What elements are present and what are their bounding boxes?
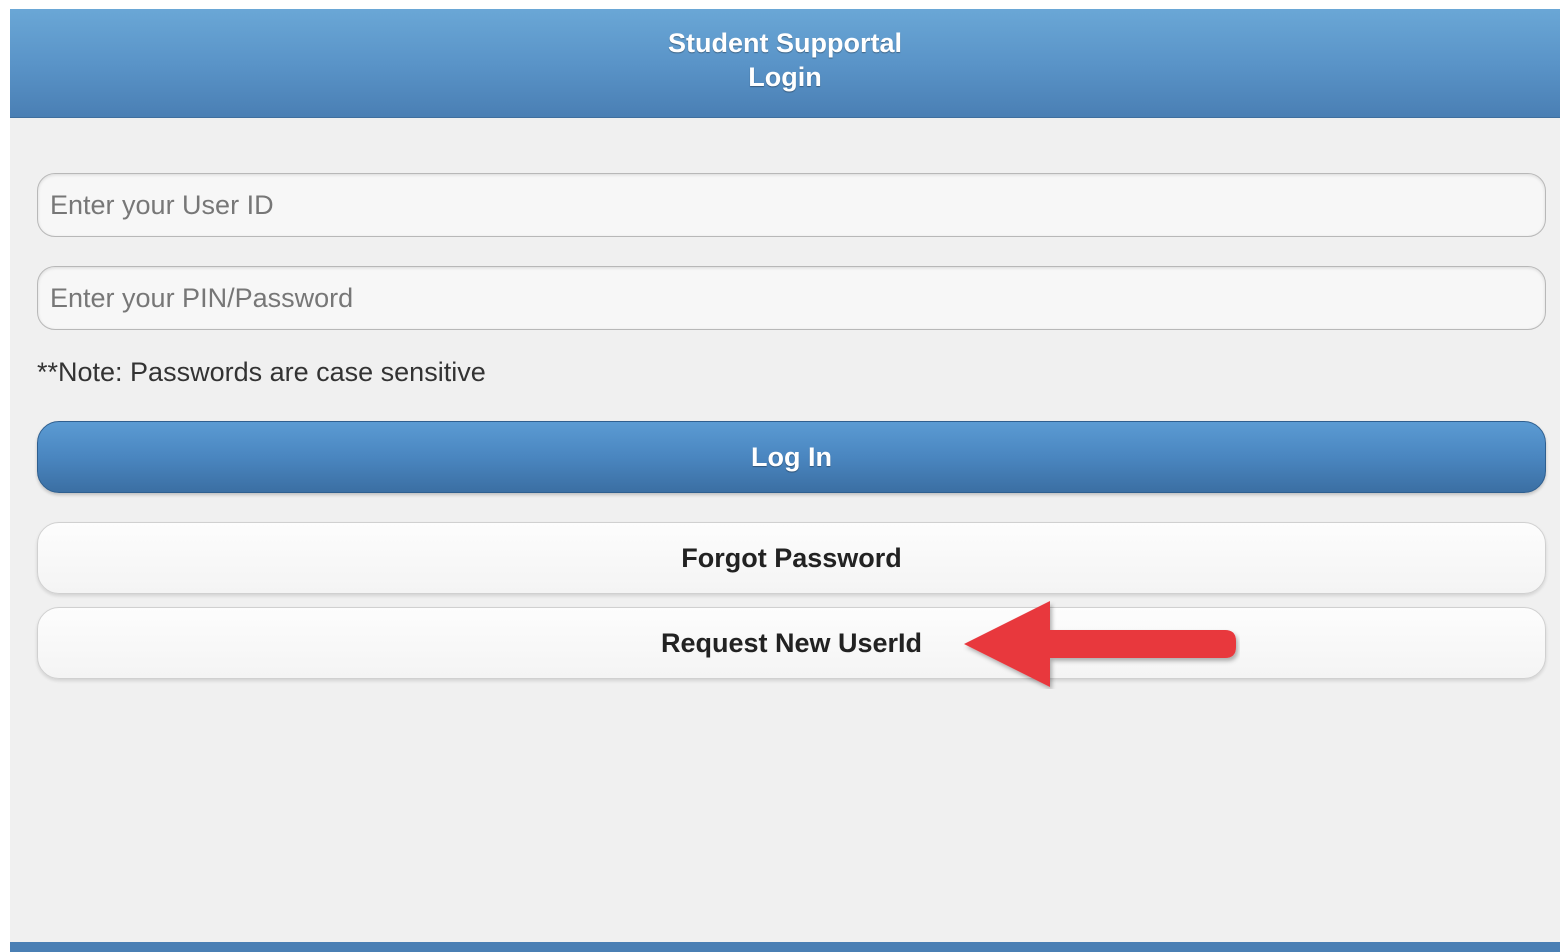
request-new-userid-button[interactable]: Request New UserId: [37, 607, 1546, 679]
app-title: Student Supportal: [668, 28, 902, 58]
footer-bar: [10, 942, 1560, 952]
login-page: Student Supportal Login **Note: Password…: [10, 9, 1560, 952]
page-header: Student Supportal Login: [10, 9, 1560, 118]
login-button[interactable]: Log In: [37, 421, 1546, 493]
password-input[interactable]: [37, 266, 1546, 330]
page-title: Login: [748, 62, 822, 92]
red-arrow-icon: [964, 601, 1236, 687]
password-note: **Note: Passwords are case sensitive: [37, 357, 486, 387]
forgot-password-button[interactable]: Forgot Password: [37, 522, 1546, 594]
user-id-input[interactable]: [37, 173, 1546, 237]
